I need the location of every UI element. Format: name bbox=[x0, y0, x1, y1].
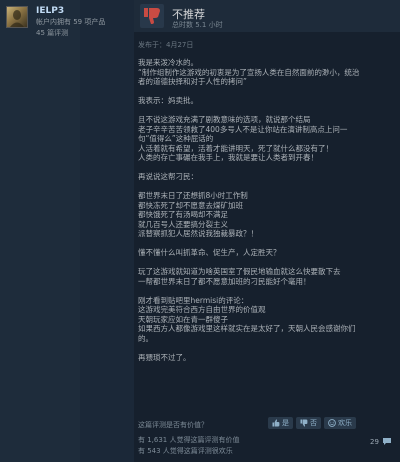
review-line: 天朝玩家应如在青一群傻子 bbox=[138, 314, 228, 324]
funny-stat: 有 543 人觉得这篇评测很欢乐 bbox=[138, 447, 233, 455]
review-header: 不推荐 总时数 5.1 小时 bbox=[134, 0, 400, 32]
review-line: 就几百号人还要搞分裂主义 bbox=[138, 219, 228, 229]
reviewer-name[interactable]: IELP3 bbox=[36, 6, 64, 16]
review-line: 我是来泼冷水的。 bbox=[138, 58, 198, 67]
review-line: 如果西方人都像游戏里这样就实在是太好了，天朝人民会感谢你们 bbox=[138, 324, 356, 333]
helpful-stat: 有 1,631 人觉得这篇评测有价值 bbox=[138, 436, 240, 444]
review-line: 人活着就有希望，活着才能讲明天，死了就什么都没有了！ bbox=[138, 143, 333, 153]
review-line: 的。 bbox=[138, 333, 153, 343]
avatar[interactable] bbox=[6, 6, 28, 28]
games-owned[interactable]: 帐户内拥有 59 项产品 bbox=[36, 17, 105, 27]
vote-no-label: 否 bbox=[310, 419, 317, 427]
review-blank-line bbox=[138, 87, 396, 97]
review-line: 刚才看到贴吧里hermisi的评论： bbox=[138, 295, 249, 305]
review-blank-line bbox=[138, 239, 396, 249]
review-line: 都快冻死了却不愿意去煤矿加班 bbox=[138, 200, 243, 210]
review-line: 再猥琐不过了。 bbox=[138, 352, 191, 362]
avatar-figure-icon bbox=[10, 10, 24, 27]
review-line: 句“值得么”这种屁话的 bbox=[138, 134, 214, 143]
reviewer-panel: IELP3 帐户内拥有 59 项产品 45 篇评测 bbox=[0, 0, 105, 462]
thumbs-down-icon bbox=[140, 4, 164, 28]
thumbs-up-icon bbox=[272, 419, 280, 427]
review-blank-line bbox=[138, 163, 396, 173]
review-line: 者的道德抉择和对于人性的拷问” bbox=[138, 77, 247, 86]
comments-count: 29 bbox=[370, 437, 379, 446]
comments-link[interactable]: 29 bbox=[370, 437, 392, 446]
review-line: 都快饿死了有汤喝却不满足 bbox=[138, 210, 228, 219]
review-blank-line bbox=[138, 106, 396, 116]
review-line: 派替察抓犯人居然说我独裁暴政？！ bbox=[138, 229, 258, 238]
review-line: 这游戏完美符合西方自由世界的价值观 bbox=[138, 305, 266, 314]
vote-yes-label: 是 bbox=[282, 419, 289, 427]
review-line: 玩了这游戏就知道为啥英国室了假民地输血就这么快要散下去 bbox=[138, 267, 341, 276]
review-line: 老子辛辛苦苦领救了400多号人不是让你站在演讲制高点上问一 bbox=[138, 124, 348, 134]
vote-funny-label: 欢乐 bbox=[338, 419, 352, 427]
review-body: 我是来泼冷水的。 “制作组制作这游戏的初衷是为了宣扬人类在自然面前的渺小，统治 者的… bbox=[138, 58, 396, 362]
review-blank-line bbox=[138, 182, 396, 192]
review-blank-line bbox=[138, 343, 396, 353]
posted-date: 发布于：4月27日 bbox=[138, 41, 194, 49]
vote-yes-button[interactable]: 是 bbox=[268, 417, 293, 429]
review-line: 都世界末日了还想抓8小时工作制 bbox=[138, 191, 248, 200]
review-blank-line bbox=[138, 286, 396, 296]
smiley-icon bbox=[328, 419, 336, 427]
vote-funny-button[interactable]: 欢乐 bbox=[324, 417, 356, 429]
reviews-count[interactable]: 45 篇评测 bbox=[36, 28, 68, 38]
vote-buttons: 是 否 欢乐 bbox=[268, 417, 356, 429]
review-line: 且不说这游戏充满了剧教意味的选项，就说那个结局 bbox=[138, 115, 311, 124]
review-page: IELP3 帐户内拥有 59 项产品 45 篇评测 不推荐 总时数 5.1 小时… bbox=[0, 0, 400, 462]
review-line: “制作组制作这游戏的初衷是为了宣扬人类在自然面前的渺小，统治 bbox=[138, 67, 360, 77]
review-line: 人类的存亡事碾在我手上，我就是要让人类者到开春！ bbox=[138, 153, 318, 162]
thumbs-down-small-icon bbox=[300, 419, 308, 427]
review-line: 再说说这帮刁民： bbox=[138, 172, 198, 181]
helpful-question: 这篇评测是否有价值？ bbox=[138, 421, 208, 429]
review-line: 懂不懂什么叫抓革命、促生产，人定胜天？ bbox=[138, 248, 281, 257]
hours-played: 总时数 5.1 小时 bbox=[172, 21, 223, 29]
speech-bubble-icon bbox=[382, 438, 391, 445]
review-line: 我表示：妈卖批。 bbox=[138, 96, 198, 105]
review-card: 不推荐 总时数 5.1 小时 发布于：4月27日 我是来泼冷水的。 “制作组制作这… bbox=[134, 0, 400, 462]
vote-no-button[interactable]: 否 bbox=[296, 417, 321, 429]
review-line: 一帮都世界末日了都不愿意加班的刁民能好个毫用！ bbox=[138, 276, 311, 286]
review-blank-line bbox=[138, 258, 396, 268]
